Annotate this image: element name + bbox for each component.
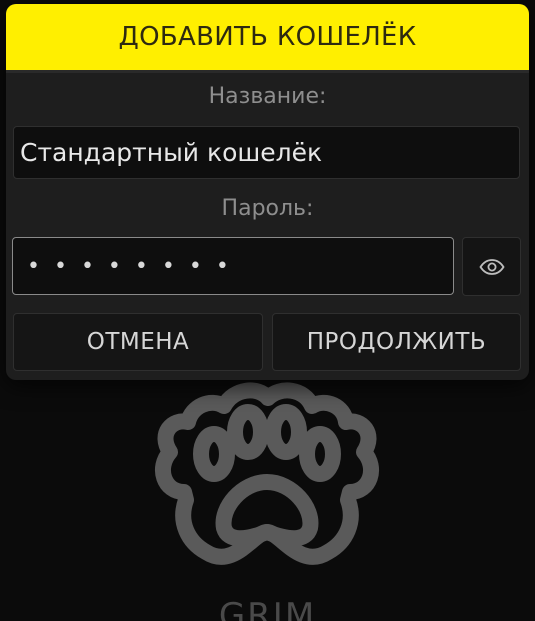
continue-button[interactable]: ПРОДОЛЖИТЬ — [272, 313, 521, 371]
add-wallet-dialog: ДОБАВИТЬ КОШЕЛЁК Название: Стандартный к… — [6, 4, 529, 380]
dialog-title: ДОБАВИТЬ КОШЕЛЁК — [6, 4, 529, 70]
eye-icon — [478, 258, 505, 275]
app-name: GRIM — [218, 596, 317, 621]
wallet-name-input[interactable]: Стандартный кошелёк — [13, 126, 520, 179]
password-label: Пароль: — [221, 196, 314, 221]
name-label: Название: — [208, 84, 327, 109]
paw-icon — [154, 382, 380, 565]
screen: GRIM ДОБАВИТЬ КОШЕЛЁК Название: Стандарт… — [0, 0, 535, 621]
show-password-button[interactable] — [462, 237, 521, 296]
cancel-button[interactable]: ОТМЕНА — [13, 313, 263, 371]
password-input[interactable]: •••••••• — [12, 237, 454, 295]
header-divider — [6, 70, 529, 73]
